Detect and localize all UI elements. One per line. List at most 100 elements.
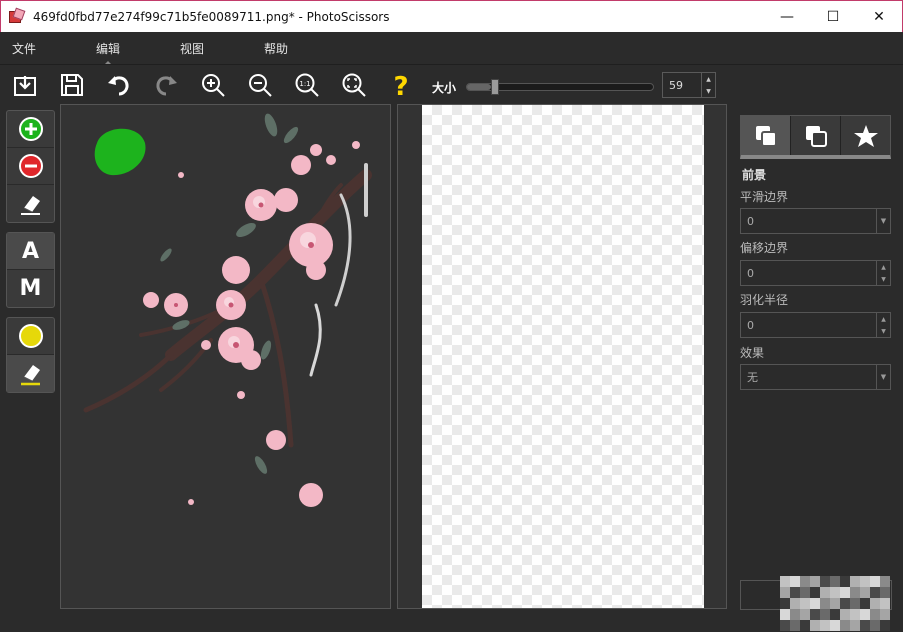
save-icon <box>61 74 83 96</box>
output-canvas[interactable] <box>397 104 727 609</box>
transparent-background <box>422 105 704 608</box>
mode-palette: A M <box>6 232 55 308</box>
smooth-edge-label: 平滑边界 <box>740 190 789 204</box>
feather-radius-field[interactable]: 0 ▲ ▼ <box>740 312 891 338</box>
close-button[interactable]: ✕ <box>856 1 902 33</box>
mosaic-cell <box>880 587 890 598</box>
remove-marker-button[interactable] <box>7 148 54 185</box>
spin-down-icon[interactable]: ▼ <box>706 88 711 95</box>
marker-palette <box>6 110 55 223</box>
slider-thumb[interactable] <box>491 79 499 95</box>
mosaic-cell <box>820 598 830 609</box>
keep-marker-stroke <box>94 128 146 176</box>
offset-edge-value[interactable]: 0 <box>741 267 876 280</box>
mosaic-cell <box>820 620 830 631</box>
mosaic-cell <box>850 620 860 631</box>
open-button[interactable] <box>11 71 39 99</box>
auto-mode-button[interactable]: A <box>7 233 54 270</box>
keep-marker-button[interactable] <box>7 111 54 148</box>
mosaic-cell <box>880 620 890 631</box>
yellow-circle-icon <box>18 324 43 348</box>
mosaic-cell <box>830 598 840 609</box>
offset-edge-label: 偏移边界 <box>740 241 789 255</box>
svg-text:1:1: 1:1 <box>299 80 310 88</box>
spin-down-icon[interactable]: ▼ <box>881 276 886 283</box>
menu-view[interactable]: 视图 <box>180 40 204 57</box>
minimize-button[interactable]: — <box>764 1 810 33</box>
mosaic-cell <box>780 620 790 631</box>
mosaic-cell <box>800 587 810 598</box>
smooth-edge-value[interactable]: 0 <box>741 215 876 228</box>
menu-file[interactable]: 文件 <box>12 40 36 57</box>
mosaic-cell <box>860 598 870 609</box>
undo-button[interactable] <box>105 71 133 99</box>
menu-edit[interactable]: 编辑 <box>96 40 120 65</box>
help-button[interactable]: ? <box>387 71 415 99</box>
mosaic-cell <box>870 609 880 620</box>
settings-panel: 前景 平滑边界 0 ▼ 偏移边界 0 ▲ ▼ 羽化半径 0 ▲ ▼ 效果 无 ▼ <box>732 104 903 632</box>
menu-help[interactable]: 帮助 <box>264 40 288 57</box>
spin-up-icon[interactable]: ▲ <box>881 316 886 323</box>
eraser-button[interactable] <box>7 185 54 222</box>
spin-up-icon[interactable]: ▲ <box>706 76 711 83</box>
effect-select[interactable]: 无 ▼ <box>740 364 891 390</box>
redo-button[interactable] <box>152 71 180 99</box>
zoom-in-icon <box>202 74 225 97</box>
actual-size-button[interactable]: 1:1 <box>293 71 321 99</box>
brush-size-value[interactable]: 59 <box>663 79 701 92</box>
effect-value[interactable]: 无 <box>741 369 876 385</box>
mosaic-cell <box>880 576 890 587</box>
mosaic-cell <box>860 609 870 620</box>
mosaic-cell <box>840 576 850 587</box>
brush-size-spinbox[interactable]: 59 ▲ ▼ <box>662 72 716 98</box>
brush-size-slider[interactable] <box>466 79 654 95</box>
feather-radius-value[interactable]: 0 <box>741 319 876 332</box>
mosaic-cell <box>860 576 870 587</box>
mosaic-cell <box>850 587 860 598</box>
mosaic-cell <box>850 598 860 609</box>
foreground-layers-icon <box>755 125 777 147</box>
background-palette <box>6 317 55 393</box>
title-bar: 469fd0fbd77e274f99c71b5fe0089711.png* - … <box>0 0 903 32</box>
dropdown-arrow-icon[interactable]: ▼ <box>876 209 890 233</box>
mosaic-cell <box>790 598 800 609</box>
toolbar: 1:1 ? 大小 <box>0 64 903 104</box>
mosaic-cell <box>840 609 850 620</box>
offset-edge-field[interactable]: 0 ▲ ▼ <box>740 260 891 286</box>
mosaic-cell <box>830 587 840 598</box>
source-canvas[interactable] <box>60 104 391 609</box>
background-marker-button[interactable] <box>7 318 54 355</box>
mosaic-cell <box>780 576 790 587</box>
smooth-edge-field[interactable]: 0 ▼ <box>740 208 891 234</box>
tab-background[interactable] <box>791 116 841 155</box>
manual-mode-button[interactable]: M <box>7 270 54 307</box>
window-title: 469fd0fbd77e274f99c71b5fe0089711.png* - … <box>33 9 390 24</box>
help-question-icon: ? <box>393 72 408 98</box>
mosaic-cell <box>840 587 850 598</box>
save-button[interactable] <box>58 71 86 99</box>
slider-fill <box>467 84 491 90</box>
mosaic-cell <box>810 576 820 587</box>
svg-text:?: ? <box>393 72 408 98</box>
background-layers-icon <box>805 125 827 147</box>
zoom-in-button[interactable] <box>199 71 227 99</box>
pixelated-watermark <box>780 576 890 632</box>
background-eraser-button[interactable] <box>7 355 54 392</box>
plus-circle-icon <box>18 117 43 141</box>
mosaic-cell <box>800 620 810 631</box>
source-image <box>83 113 372 507</box>
tab-foreground[interactable] <box>741 116 791 155</box>
eraser-icon <box>20 195 40 215</box>
zoom-out-button[interactable] <box>246 71 274 99</box>
mosaic-cell <box>780 587 790 598</box>
spin-down-icon[interactable]: ▼ <box>881 328 886 335</box>
mosaic-cell <box>780 598 790 609</box>
maximize-button[interactable]: ☐ <box>810 1 856 33</box>
mosaic-cell <box>800 598 810 609</box>
spin-up-icon[interactable]: ▲ <box>881 264 886 271</box>
zoom-actual-size-icon: 1:1 <box>295 73 319 97</box>
fit-window-button[interactable] <box>340 71 368 99</box>
mosaic-cell <box>830 576 840 587</box>
tab-effects[interactable] <box>841 116 890 155</box>
dropdown-arrow-icon[interactable]: ▼ <box>876 365 890 389</box>
